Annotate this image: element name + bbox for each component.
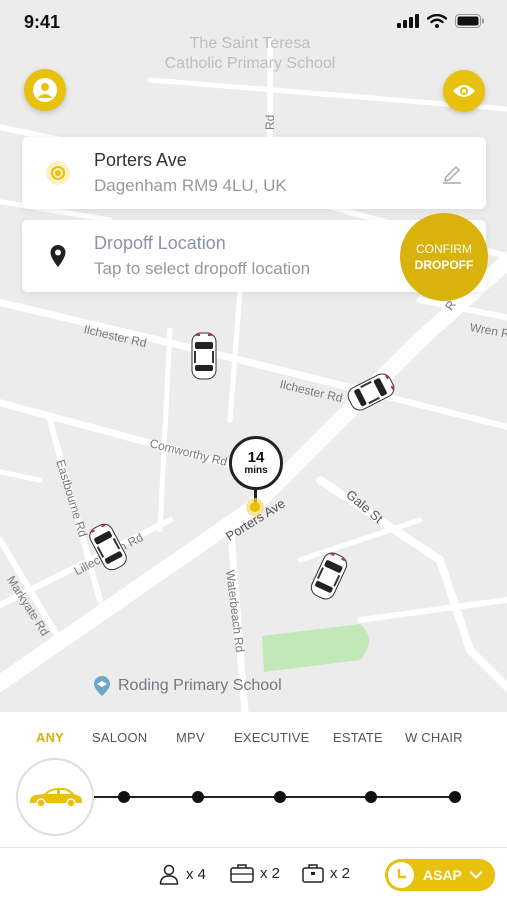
divider — [0, 847, 507, 848]
briefcase-icon — [302, 864, 324, 883]
trip-options-row: x 4 x 2 x 2 ASAP — [0, 857, 507, 891]
slider-stop[interactable] — [449, 791, 461, 803]
eta-marker: 14 mins — [229, 436, 283, 490]
tab-executive[interactable]: EXECUTIVE — [234, 730, 309, 745]
status-time: 9:41 — [24, 12, 61, 32]
poi-bottom-label: Roding Primary School — [118, 677, 282, 694]
wifi-icon — [427, 14, 447, 28]
hand-luggage-option[interactable]: x 2 — [302, 863, 350, 883]
view-toggle-button[interactable] — [443, 70, 485, 112]
time-select-button[interactable]: ASAP — [385, 859, 495, 891]
eta-value: 14 — [247, 449, 265, 466]
pickup-target-icon — [44, 159, 72, 187]
cellular-signal-icon — [397, 14, 419, 28]
battery-icon — [455, 14, 484, 28]
slider-stop[interactable] — [192, 791, 204, 803]
tab-saloon[interactable]: SALOON — [92, 730, 147, 745]
map-view[interactable]: The Saint Teresa Catholic Primary School… — [0, 0, 507, 712]
street-label-top-road: Rd — [263, 114, 277, 130]
user-icon — [33, 78, 57, 102]
confirm-line2: DROPOFF — [414, 258, 474, 272]
profile-button[interactable] — [24, 69, 66, 111]
eta-unit: mins — [244, 465, 268, 476]
time-label: ASAP — [423, 867, 462, 883]
tab-estate[interactable]: ESTATE — [333, 730, 383, 745]
dropoff-hint: Tap to select dropoff location — [94, 259, 311, 278]
tab-any[interactable]: ANY — [36, 730, 64, 745]
confirm-dropoff-button[interactable]: CONFIRM DROPOFF — [400, 213, 488, 301]
car-icon — [30, 788, 82, 808]
pickup-address: Dagenham RM9 4LU, UK — [94, 176, 287, 195]
car-marker — [191, 332, 217, 380]
map-roads — [0, 37, 507, 712]
dropoff-title: Dropoff Location — [94, 233, 226, 253]
hand-luggage-count: x 2 — [330, 864, 351, 882]
slider-stop[interactable] — [274, 791, 286, 803]
tab-w-chair[interactable]: W CHAIR — [405, 730, 463, 745]
clock-icon — [388, 862, 414, 888]
person-icon — [159, 864, 179, 885]
passengers-option[interactable]: x 4 — [158, 863, 206, 885]
confirm-line1: CONFIRM — [416, 242, 472, 256]
pickup-point-icon — [246, 498, 264, 516]
vehicle-tabs: ANY SALOON MPV EXECUTIVE ESTATE W CHAIR — [0, 730, 507, 750]
vehicle-slider-handle[interactable] — [16, 758, 94, 836]
eye-icon — [453, 85, 475, 97]
school-pin-icon — [94, 676, 110, 696]
suitcase-icon — [230, 864, 254, 883]
status-icons — [397, 14, 485, 28]
poi-bottom: Roding Primary School — [92, 675, 282, 697]
vehicle-panel: ANY SALOON MPV EXECUTIVE ESTATE W CHAIR … — [0, 712, 507, 900]
pencil-icon[interactable] — [440, 161, 464, 185]
chevron-down-icon — [469, 871, 482, 879]
slider-stop[interactable] — [118, 791, 130, 803]
poi-top-line2: Catholic Primary School — [164, 55, 336, 72]
pickup-street: Porters Ave — [94, 150, 187, 170]
map-pin-icon — [44, 242, 72, 270]
tab-mpv[interactable]: MPV — [176, 730, 205, 745]
slider-stop[interactable] — [365, 791, 377, 803]
luggage-count: x 2 — [260, 864, 281, 882]
status-bar: 9:41 — [0, 0, 507, 44]
passengers-count: x 4 — [186, 865, 207, 883]
pickup-card[interactable]: Porters Ave Dagenham RM9 4LU, UK — [22, 137, 486, 209]
luggage-option[interactable]: x 2 — [230, 863, 280, 883]
